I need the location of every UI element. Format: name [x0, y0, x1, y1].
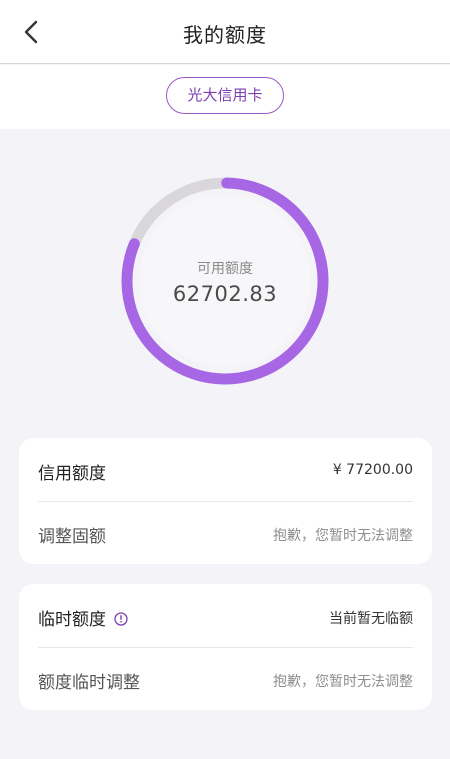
temporary-limit-panel: 临时额度 当前暂无临额 额度临时调整 抱歉，您暂时无法调整 — [19, 584, 432, 710]
credit-limit-label: 信用额度 — [38, 464, 106, 484]
adjust-temporary-limit-label: 额度临时调整 — [38, 673, 140, 693]
credit-limit-panel: 信用额度 ¥ 77200.00 调整固额 抱歉，您暂时无法调整 — [19, 438, 432, 564]
top-nav-bar: 我的额度 — [0, 0, 450, 64]
page-title: 我的额度 — [183, 23, 267, 47]
available-credit-label: 可用额度 — [197, 261, 253, 277]
info-circle-icon[interactable] — [114, 611, 128, 626]
temporary-limit-row: 临时额度 当前暂无临额 — [19, 584, 432, 647]
ring-inner-fill — [139, 195, 311, 367]
credit-limit-row: 信用额度 ¥ 77200.00 — [19, 438, 432, 501]
available-credit-amount: 62702.83 — [172, 282, 278, 306]
adjust-fixed-limit-label: 调整固额 — [38, 527, 106, 547]
adjust-temporary-limit-status: 抱歉，您暂时无法调整 — [273, 674, 413, 690]
adjust-temporary-limit-row[interactable]: 额度临时调整 抱歉，您暂时无法调整 — [19, 647, 432, 710]
adjust-fixed-limit-status: 抱歉，您暂时无法调整 — [273, 528, 413, 544]
credit-ring-chart — [121, 177, 329, 385]
temporary-limit-label: 临时额度 — [38, 610, 106, 630]
credit-limit-value: ¥ 77200.00 — [332, 462, 413, 478]
card-selector-bar: 光大信用卡 — [0, 65, 450, 129]
card-selector-button[interactable]: 光大信用卡 — [166, 77, 284, 114]
temporary-limit-status: 当前暂无临额 — [329, 611, 413, 627]
adjust-fixed-limit-row[interactable]: 调整固额 抱歉，您暂时无法调整 — [19, 501, 432, 564]
available-credit-ring: 可用额度 62702.83 — [118, 174, 332, 388]
